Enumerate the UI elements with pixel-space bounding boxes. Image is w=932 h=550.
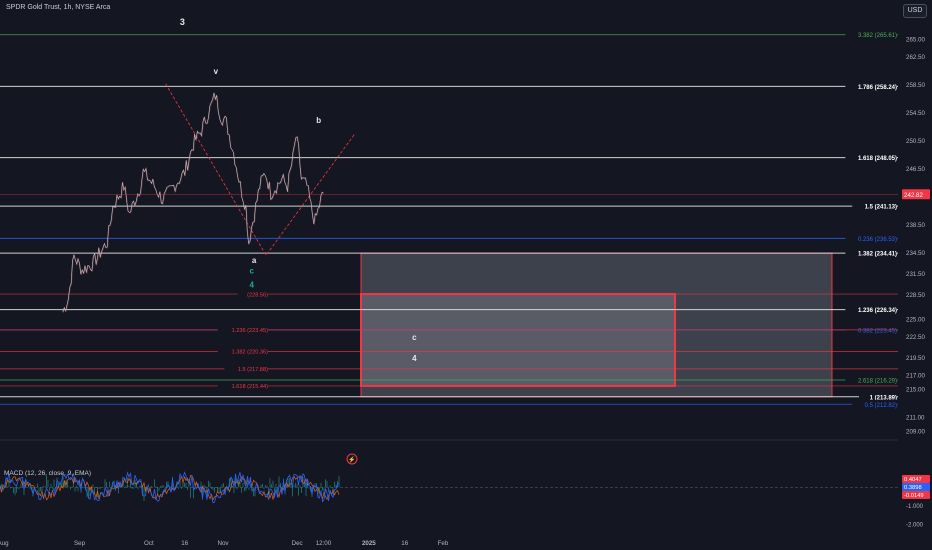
x-axis-tick: 16 [401, 540, 408, 547]
wave-label: c [412, 333, 417, 342]
price-level-label: 1.236 (226.34) [858, 308, 897, 314]
wave-channel-line [165, 83, 355, 257]
fib-label: (228.56) [247, 292, 268, 298]
x-axis-tick: Dec [292, 540, 303, 547]
fib-label: 1.5 (217.88) [238, 367, 268, 373]
fib-label: 1.618 (215.44) [232, 384, 269, 390]
macd-label: MACD (12, 26, close, 9, EMA) [4, 470, 92, 477]
x-axis-tick: Feb [438, 540, 449, 547]
lightning-icon: ⚡ [348, 456, 355, 464]
fib-label: 1.382 (220.36) [232, 350, 269, 356]
current-price-tag: 242.82 [904, 192, 923, 199]
price-level-label: 2.618 (216.29) [858, 378, 897, 384]
y-axis-tick: 209.00 [906, 429, 925, 436]
x-axis-tick: Oct [144, 540, 154, 547]
x-axis-tick: 16 [181, 540, 188, 547]
macd-axis-tick: -1.000 [906, 504, 924, 510]
x-axis-tick: Nov [217, 540, 229, 547]
y-axis-tick: 225.00 [906, 317, 925, 324]
price-level-label: 0.5 (212.82) [865, 403, 897, 409]
price-level-label: 1.382 (234.41) [858, 252, 897, 258]
price-series [62, 92, 324, 313]
x-axis-tick: 2025 [362, 540, 376, 547]
wave-4-target-box [360, 293, 676, 387]
price-level-label: 3.382 (265.61) [858, 33, 897, 39]
y-axis-tick: 246.50 [906, 166, 925, 173]
currency-button[interactable]: USD [903, 4, 927, 18]
wave-label: 3 [180, 17, 185, 27]
x-axis-tick: 12:00 [316, 540, 332, 547]
y-axis-tick: 217.00 [906, 373, 925, 380]
price-level-label: 1.5 (241.13) [865, 205, 897, 211]
x-axis-tick: Aug [0, 540, 9, 547]
chart-title: SPDR Gold Trust, 1h, NYSE Arca [6, 4, 111, 11]
y-axis-tick: 254.50 [906, 110, 925, 117]
y-axis-tick: 262.50 [906, 54, 925, 61]
y-axis-tick: 219.50 [906, 355, 925, 362]
price-level-label: 0.382 (223.45) [858, 328, 897, 334]
price-level-label: 1.786 (258.24) [858, 85, 897, 91]
price-level-label: 1.618 (248.05) [858, 156, 897, 162]
y-axis-tick: 228.50 [906, 292, 925, 299]
y-axis-tick: 222.50 [906, 334, 925, 341]
y-axis-tick: 215.00 [906, 387, 925, 394]
macd-value-tag: -0.0149 [904, 493, 924, 499]
y-axis-tick: 265.00 [906, 37, 925, 44]
wave-label: a [252, 256, 257, 265]
y-axis-tick: 258.50 [906, 82, 925, 89]
y-axis-tick: 231.50 [906, 271, 925, 278]
y-axis-tick: 211.00 [906, 415, 925, 422]
fib-label: 1.236 (223.45) [232, 328, 269, 334]
macd-value-tag: 0.3898 [904, 485, 922, 491]
wave-label: v [214, 67, 219, 76]
wave-label: 4 [412, 354, 417, 363]
y-axis-tick: 234.50 [906, 250, 925, 257]
wave-label: b [316, 116, 321, 125]
wave-label: 4 [249, 281, 254, 290]
price-series-shadow [63, 93, 325, 313]
chart-svg: 3.382 (265.61) 1.786 (258.24) 1.618 (248.0… [0, 17, 930, 547]
macd-value-tag: 0.4047 [904, 477, 922, 483]
y-axis-tick: 238.50 [906, 222, 925, 229]
y-axis-tick: 250.50 [906, 138, 925, 145]
chart-area[interactable]: 3.382 (265.61) 1.786 (258.24) 1.618 (248.0… [0, 0, 932, 550]
price-level-label: 0.236 (236.53) [858, 237, 897, 243]
x-axis-tick: Sep [74, 540, 86, 547]
macd-axis-tick: -2.000 [906, 523, 924, 529]
wave-label: c [249, 267, 254, 276]
